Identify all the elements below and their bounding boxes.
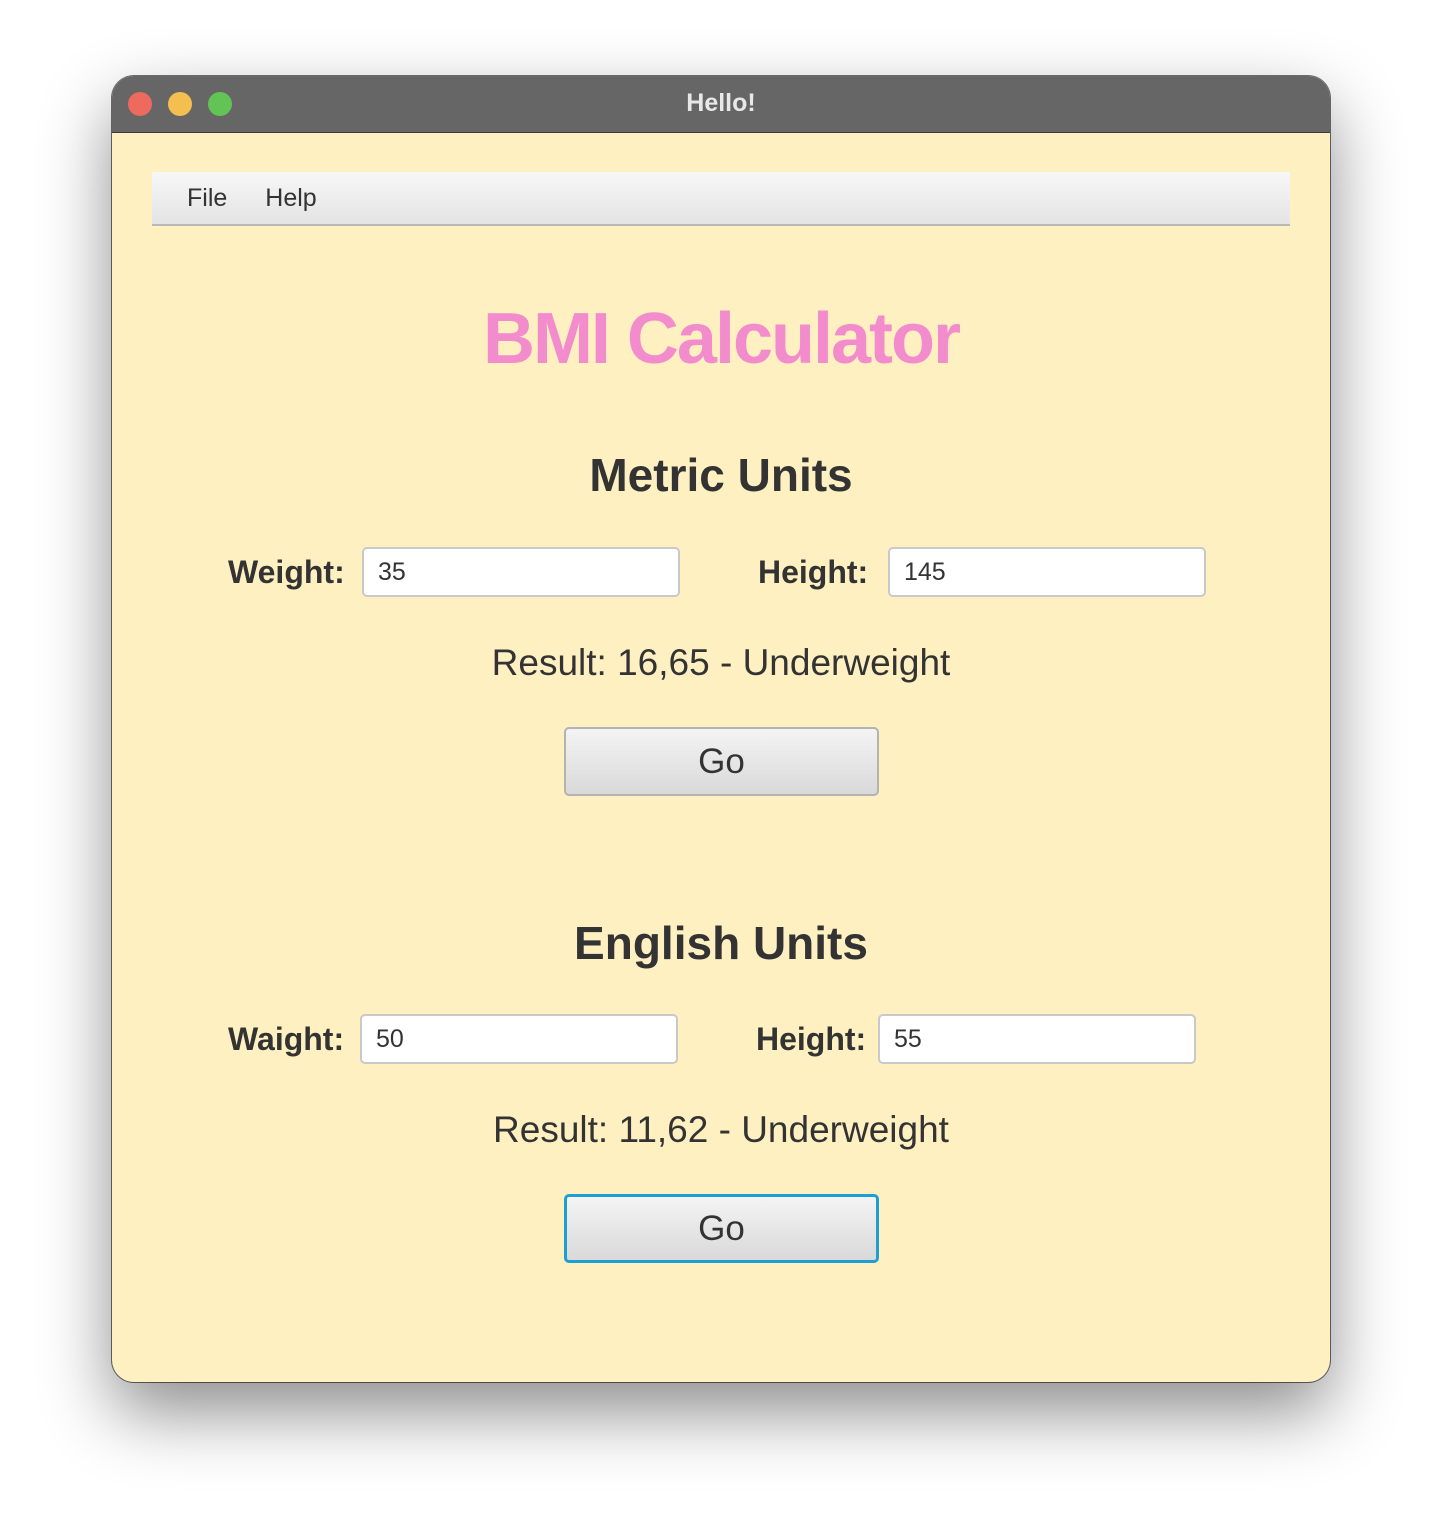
- english-height-input[interactable]: [878, 1014, 1196, 1064]
- metric-go-button[interactable]: Go: [564, 727, 879, 796]
- menu-file[interactable]: File: [168, 178, 246, 219]
- metric-result: Result: 16,65 - Underweight: [491, 642, 951, 683]
- english-weight-label: Waight:: [228, 1021, 345, 1057]
- metric-weight-label: Weight:: [228, 554, 345, 590]
- english-result: Result: 11,62 - Underweight: [493, 1109, 949, 1150]
- english-height-label: Height:: [756, 1021, 867, 1057]
- title-bar: Hello!: [112, 76, 1330, 133]
- menu-help[interactable]: Help: [246, 178, 335, 219]
- english-go-button[interactable]: Go: [564, 1194, 879, 1263]
- menu-bar: File Help: [152, 172, 1290, 226]
- english-section-title: English Units: [574, 917, 868, 969]
- app-window: Hello! File Help BMI Calculator Metric U…: [112, 76, 1330, 1382]
- metric-height-input[interactable]: [888, 547, 1206, 597]
- metric-height-label: Height:: [758, 554, 869, 590]
- app-title: BMI Calculator: [482, 299, 961, 379]
- metric-weight-input[interactable]: [362, 547, 680, 597]
- english-weight-input[interactable]: [360, 1014, 678, 1064]
- window-title: Hello!: [686, 89, 756, 117]
- metric-section-title: Metric Units: [589, 449, 853, 501]
